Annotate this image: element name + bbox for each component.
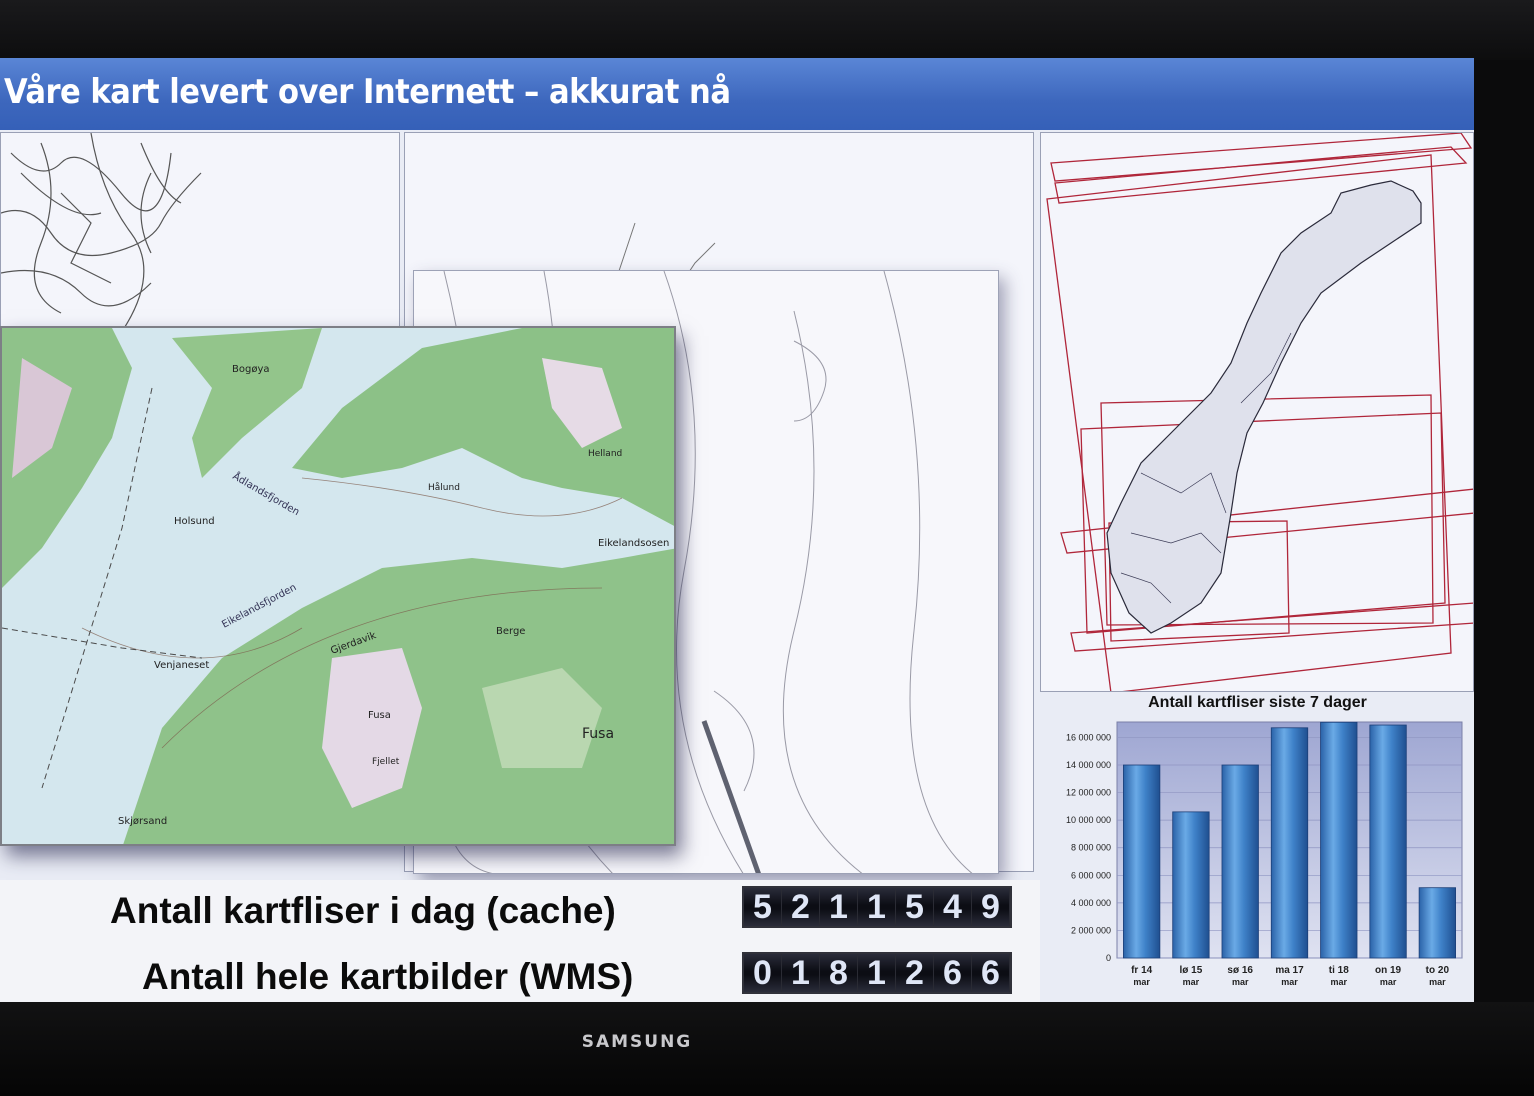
monitor-brand-logo: SAMSUNG: [581, 1032, 693, 1052]
chart-title: Antall kartfliser siste 7 dager: [1148, 694, 1367, 711]
x-tick-label: mar: [1133, 977, 1150, 987]
road-map-panel: [0, 132, 400, 332]
label-hallund: Hålund: [428, 482, 460, 493]
x-tick-label: mar: [1183, 977, 1200, 987]
tile-digit: 5: [744, 888, 782, 926]
tile-digit: 4: [934, 888, 972, 926]
wms-count-label: Antall hele kartbilder (WMS): [142, 956, 634, 997]
label-fusa: Fusa: [368, 710, 391, 721]
monitor-bezel-top: [0, 0, 1534, 60]
label-eikelandsosen: Eikelandsosen: [598, 538, 669, 549]
screen: Våre kart levert over Internett – akkura…: [0, 58, 1474, 1002]
bar: [1369, 724, 1407, 959]
bar: [1123, 764, 1161, 959]
x-tick-label: lø 15: [1180, 965, 1203, 976]
x-tick-label: mar: [1429, 977, 1446, 987]
y-tick-label: 12 000 000: [1066, 788, 1111, 798]
x-tick-label: mar: [1232, 977, 1249, 987]
wms-digit: 6: [934, 954, 972, 992]
x-tick-label: sø 16: [1227, 965, 1253, 976]
bar: [1320, 721, 1358, 959]
label-berge: Berge: [496, 626, 525, 637]
x-tick-label: fr 14: [1131, 965, 1153, 976]
label-skjorsand: Skjørsand: [118, 816, 167, 827]
tile-digit: 1: [858, 888, 896, 926]
y-tick-label: 14 000 000: [1066, 760, 1111, 770]
page-title: Våre kart levert over Internett – akkura…: [4, 72, 731, 112]
x-tick-label: mar: [1281, 977, 1298, 987]
label-venjaneset: Venjaneset: [154, 660, 209, 671]
label-bogoya: Bogøya: [232, 364, 270, 375]
x-tick-label: ma 17: [1275, 965, 1304, 976]
x-tick-label: to 20: [1426, 965, 1450, 976]
wms-digit: 0: [744, 954, 782, 992]
y-tick-label: 2 000 000: [1071, 925, 1111, 935]
x-tick-label: on 19: [1375, 965, 1402, 976]
tile-digit: 9: [972, 888, 1010, 926]
y-tick-label: 8 000 000: [1071, 843, 1111, 853]
label-helland: Helland: [588, 449, 622, 459]
bar: [1270, 727, 1309, 959]
wms-digit: 1: [782, 954, 820, 992]
counter-area: Antall kartfliser i dag (cache) Antall h…: [0, 880, 1040, 1002]
tile-digit: 5: [896, 888, 934, 926]
tile-count-bar-chart: 0 2 000 000 4 000 000 6 000 000 8 000 000 10 …: [1066, 721, 1463, 987]
topographic-map: Bogøya Holsund Ådlandsfjorden Eikelandsf…: [2, 328, 674, 844]
tile-count-label: Antall kartfliser i dag (cache): [110, 890, 616, 931]
wms-digit: 6: [972, 954, 1010, 992]
wms-digit: 2: [896, 954, 934, 992]
label-holsund: Holsund: [174, 516, 215, 527]
topographic-map-window: Bogøya Holsund Ådlandsfjorden Eikelandsf…: [0, 326, 676, 846]
tile-count-display: 5 2 1 1 5 4 9: [742, 886, 1012, 928]
bar: [1172, 811, 1210, 959]
x-tick-label: ti 18: [1329, 965, 1349, 976]
y-tick-label: 6 000 000: [1071, 870, 1111, 880]
label-fusa-town: Fusa: [582, 726, 614, 742]
y-tick-label: 0: [1106, 953, 1111, 963]
bar: [1221, 764, 1259, 959]
y-tick-label: 4 000 000: [1071, 898, 1111, 908]
wms-digit: 8: [820, 954, 858, 992]
y-tick-label: 16 000 000: [1066, 732, 1111, 742]
tile-digit: 1: [820, 888, 858, 926]
wms-count-display: 0 1 8 1 2 6 6: [742, 952, 1012, 994]
norway-map-panel: [1040, 132, 1474, 692]
road-network-map: [1, 133, 202, 331]
label-fjellet: Fjellet: [372, 757, 400, 767]
y-tick-label: 10 000 000: [1066, 815, 1111, 825]
x-tick-label: mar: [1331, 977, 1348, 987]
bar: [1418, 887, 1456, 959]
x-tick-label: mar: [1380, 977, 1397, 987]
wms-digit: 1: [858, 954, 896, 992]
tile-digit: 2: [782, 888, 820, 926]
norway-overview-map: [1046, 133, 1473, 691]
title-bar: Våre kart levert over Internett – akkura…: [0, 58, 1474, 130]
